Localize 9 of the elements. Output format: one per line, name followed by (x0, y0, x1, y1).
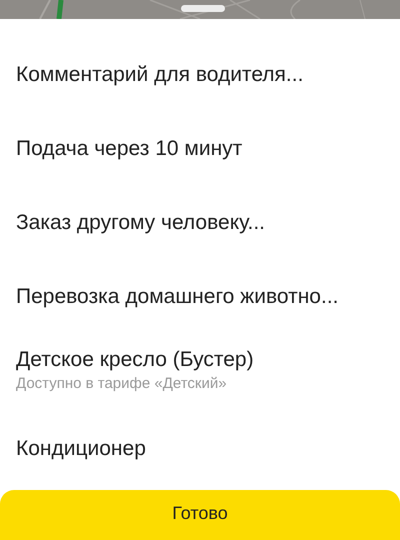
option-label[interactable]: Подача через 10 минут (16, 135, 242, 163)
option-label[interactable]: Заказ другому человеку... (16, 209, 266, 237)
option-label[interactable]: Детское кресло (Бустер) (16, 346, 254, 374)
drag-handle[interactable] (181, 5, 225, 12)
option-label[interactable]: Перевозка домашнего животно... (16, 283, 338, 311)
option-label[interactable]: Кондиционер (16, 435, 146, 463)
done-button[interactable]: Готово (0, 490, 400, 540)
option-label[interactable]: Комментарий для водителя... (16, 61, 304, 89)
option-note: Доступно в тарифе «Детский» (16, 374, 227, 394)
